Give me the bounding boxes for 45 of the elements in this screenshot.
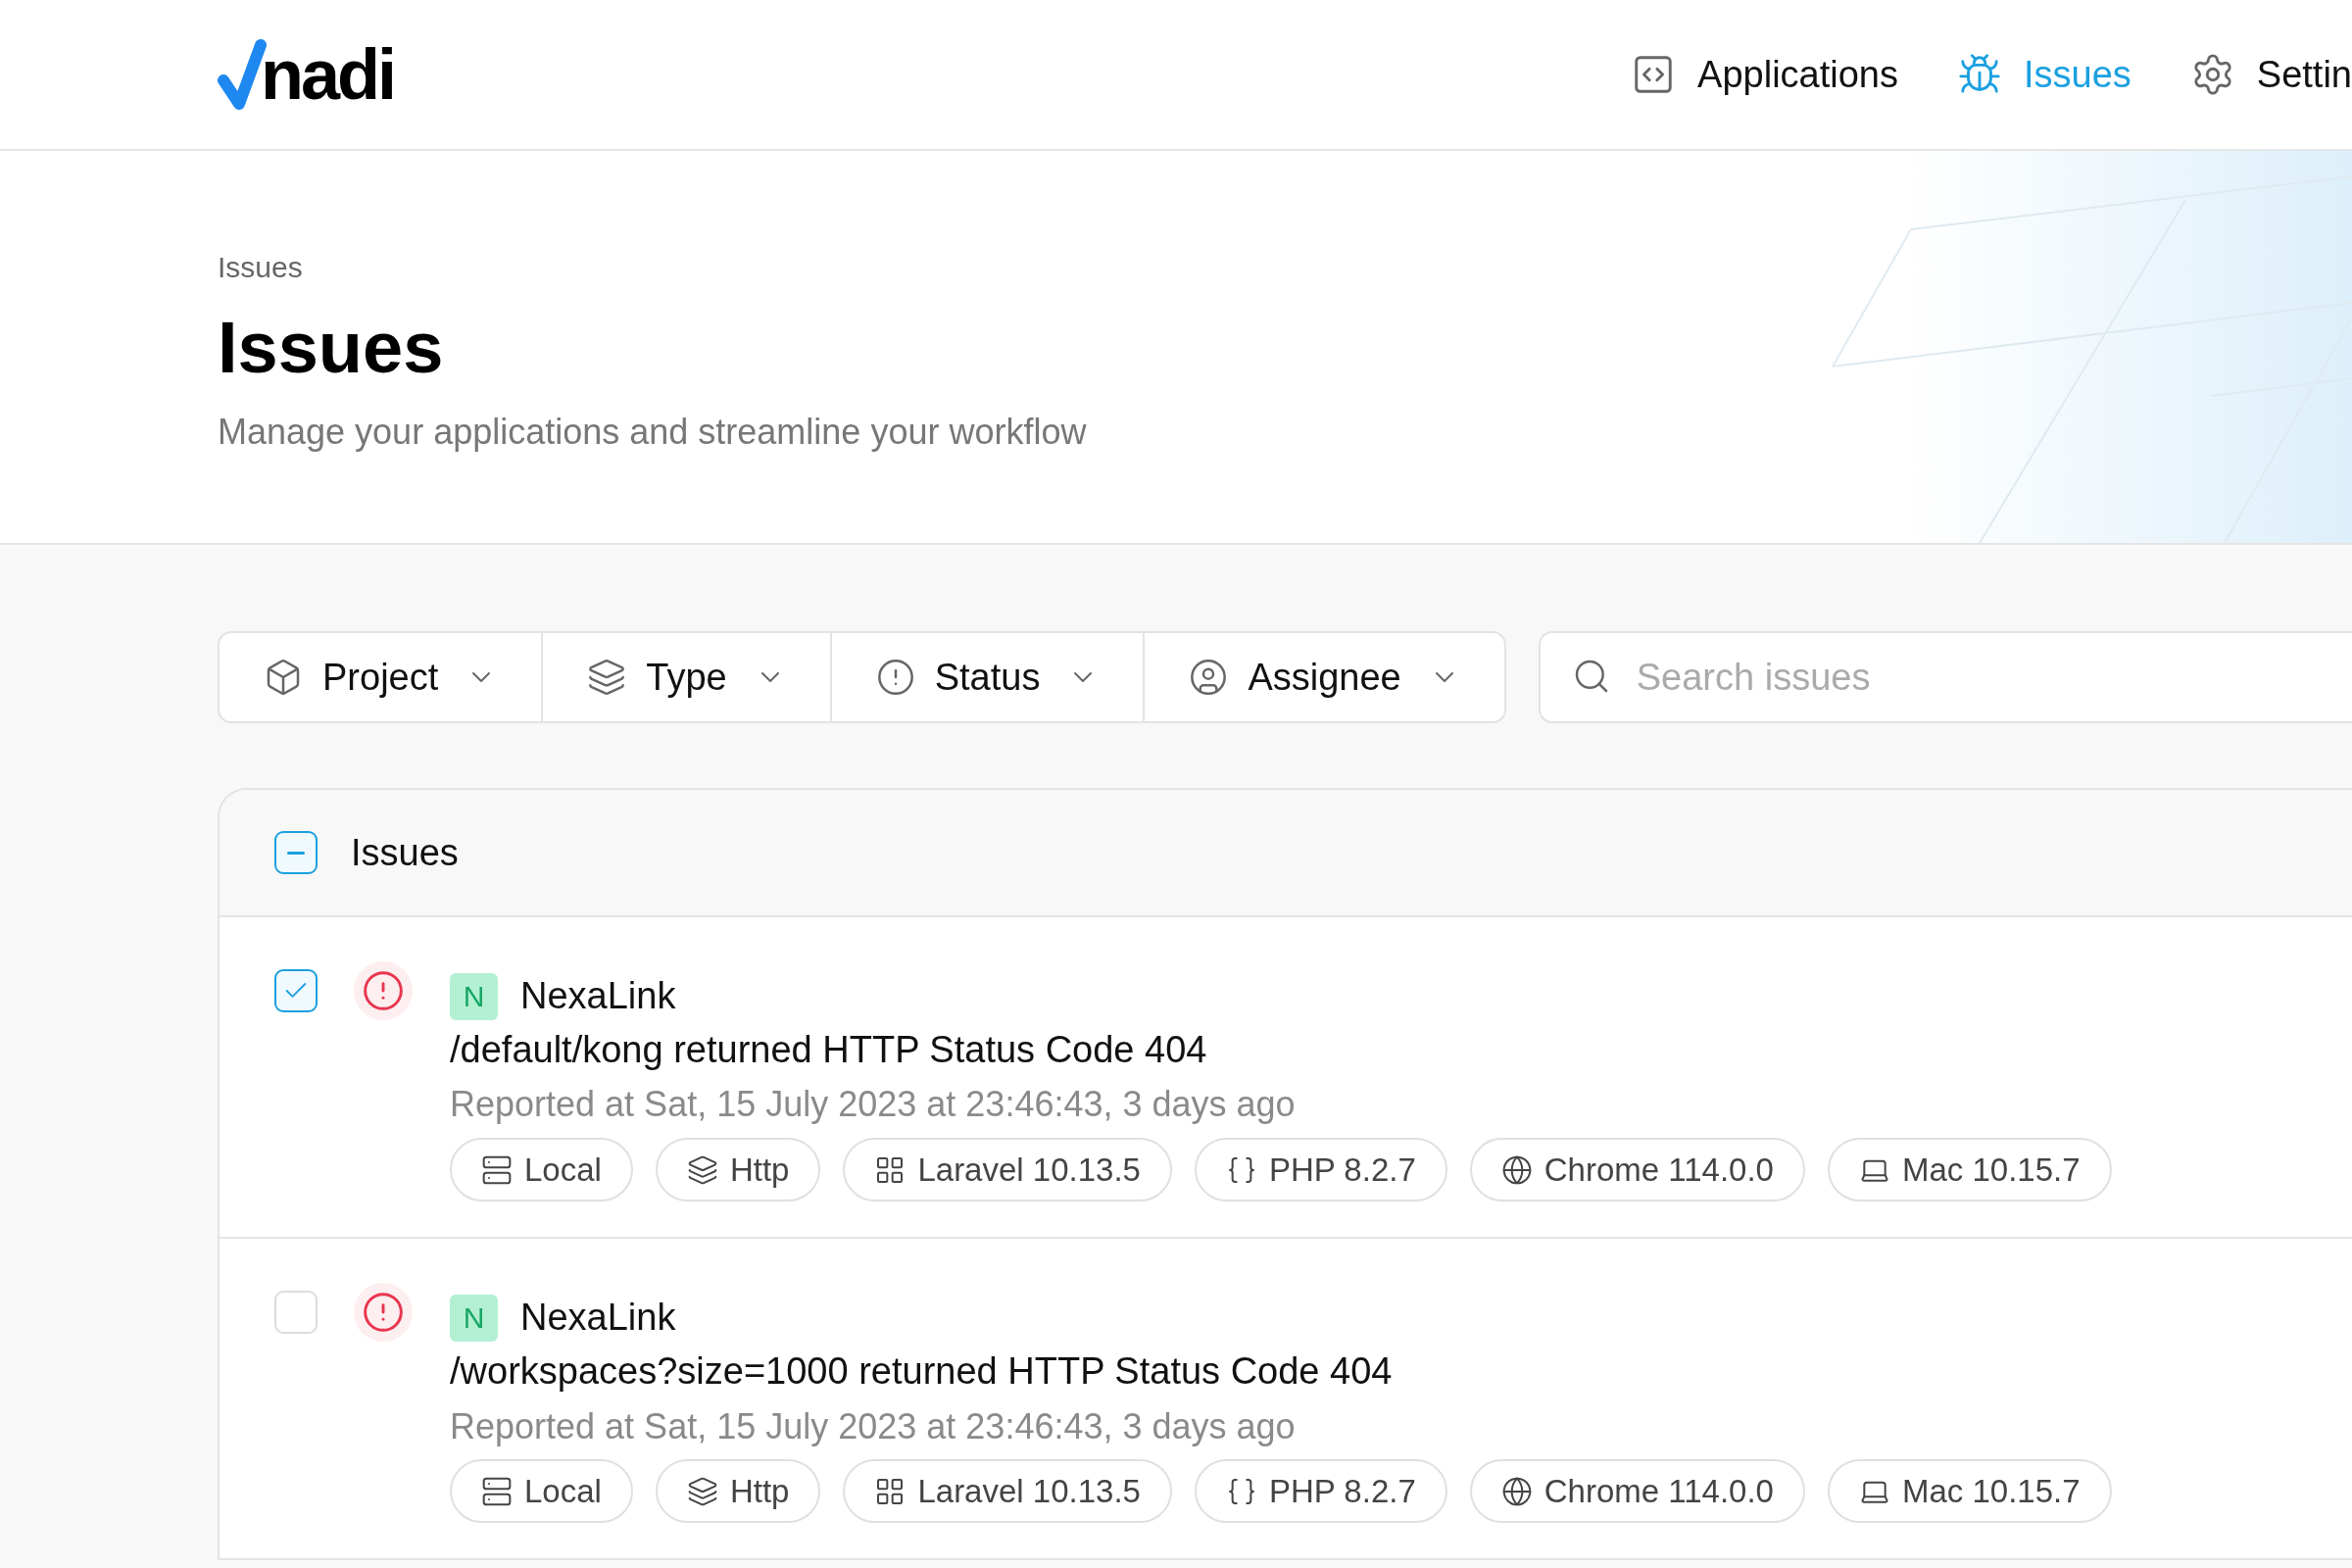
layers-icon <box>587 658 627 697</box>
tag-chip: PHP 8.2.7 <box>1194 1138 1447 1202</box>
tag-chip: Laravel 10.13.5 <box>843 1459 1172 1524</box>
alert-icon <box>875 658 915 697</box>
tag-chip: PHP 8.2.7 <box>1194 1459 1447 1524</box>
issue-message[interactable]: /workspaces?size=1000 returned HTTP Status Code 404 <box>450 1348 2112 1396</box>
project-avatar: N <box>450 1294 498 1342</box>
reported-time: Reported at Sat, 15 July 2023 at 23:46:43, 3 days ago <box>450 1404 1297 1448</box>
server-icon <box>481 1475 513 1507</box>
project-name: NexaLink <box>520 1296 676 1341</box>
tag-chip: Chrome 114.0.0 <box>1469 1459 1805 1524</box>
select-all-checkbox[interactable] <box>274 831 318 874</box>
check-logo-icon <box>218 39 267 110</box>
globe-icon <box>1500 1475 1533 1507</box>
tag-chip: Chrome 114.0.0 <box>1469 1138 1805 1202</box>
tag-chip: Http <box>655 1138 821 1202</box>
tag-chip: Local <box>450 1459 633 1524</box>
page-subtitle: Manage your applications and streamline your workflow <box>218 410 1088 454</box>
checkbox[interactable] <box>274 969 318 1012</box>
tag-chip: Laravel 10.13.5 <box>843 1138 1172 1202</box>
filter-dropdown[interactable]: Status <box>829 633 1144 721</box>
layers-icon <box>686 1153 718 1186</box>
nav-link[interactable]: Applications <box>1631 46 1898 103</box>
project-avatar: N <box>450 972 498 1020</box>
issue-message[interactable]: /default/kong returned HTTP Status Code 404 <box>450 1026 2112 1075</box>
server-icon <box>481 1153 513 1186</box>
tag-chip: Http <box>655 1459 821 1524</box>
tag-chip: Mac 10.15.7 <box>1827 1138 2112 1202</box>
tag-chip: Mac 10.15.7 <box>1827 1459 2112 1524</box>
search-field[interactable]: Search issues <box>1538 631 2352 723</box>
minus-icon <box>287 851 305 855</box>
user-icon <box>1189 658 1229 697</box>
list-title: Issues <box>351 830 459 875</box>
filter-dropdown[interactable]: Assignee <box>1143 633 1504 721</box>
reported-time: Reported at Sat, 15 July 2023 at 23:46:43, 3 days ago <box>450 1083 1297 1127</box>
breadcrumb[interactable]: Issues <box>218 245 2352 289</box>
nav-link[interactable]: Settin <box>2189 46 2352 103</box>
filter-dropdown[interactable]: Type <box>541 633 830 721</box>
tag-chip: Local <box>450 1138 633 1202</box>
filter-dropdown[interactable]: Project <box>220 633 542 721</box>
page-title: Issues <box>218 306 445 390</box>
logo[interactable]: nadi <box>218 39 394 110</box>
project-name: NexaLink <box>520 974 676 1018</box>
layers-icon <box>686 1475 718 1507</box>
globe-icon <box>1500 1153 1533 1186</box>
